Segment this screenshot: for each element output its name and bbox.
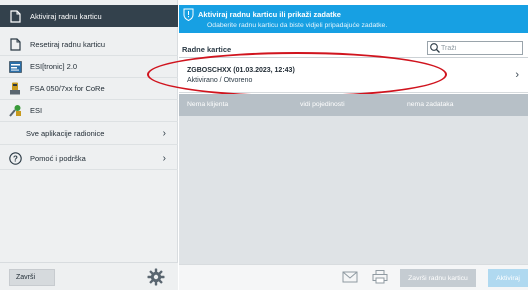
job-card-name: ZGBOSCHXX (01.03.2023, 12:43) [187,67,295,74]
sidebar: Aktiviraj radnu karticu Resetiraj radnu … [0,0,178,290]
sidebar-item-label: Sve aplikacije radionice [26,129,105,138]
job-card-status: Aktivirano / Otvoreno [187,77,253,84]
sidebar-item-label: Pomoć i podrška [30,154,86,163]
search-icon [429,42,441,54]
finish-job-card-button[interactable]: Završi radnu karticu [400,269,476,287]
document-icon [8,38,22,52]
sidebar-item-fsa[interactable]: FSA 050/7xx for CoRe [0,78,178,100]
search-input[interactable] [441,42,517,54]
job-cards-title: Radne kartice [182,45,232,54]
banner-subtitle: Odaberite radnu karticu da biste vidjeli… [207,22,388,29]
details-link[interactable]: vidi pojedinosti [300,101,345,108]
banner-title: Aktiviraj radnu karticu ili prikaži zada… [198,10,341,19]
sidebar-item-label: ESI [30,106,43,115]
client-cell: Nema klijenta [187,101,229,108]
job-cards-header: Radne kartice [179,40,528,58]
app-window: Aktiviraj radnu karticu Resetiraj radnu … [0,0,528,290]
job-card-row[interactable]: ZGBOSCHXX (01.03.2023, 12:43) Aktivirano… [179,59,528,93]
job-card-details: Nema klijenta vidi pojedinosti nema zada… [179,94,528,264]
sidebar-item-help[interactable]: ? Pomoć i podrška › [0,148,178,170]
gear-icon[interactable] [146,267,166,287]
chevron-right-icon: › [515,69,519,81]
sidebar-item-esi[interactable]: ESI [0,100,178,122]
document-icon [8,9,22,23]
chevron-right-icon: › [162,153,166,164]
info-shield-icon [183,8,194,22]
search-box[interactable] [427,41,523,55]
mail-icon[interactable] [342,270,358,284]
tasks-cell: nema zadataka [407,101,454,108]
printer-icon[interactable] [372,270,388,284]
main-panel: Aktiviraj radnu karticu ili prikaži zada… [147,0,528,290]
bottom-toolbar: Završi radnu karticu Aktiviraj [179,264,528,290]
info-banner: Aktiviraj radnu karticu ili prikaži zada… [179,5,528,33]
sidebar-item-activate-card[interactable]: Aktiviraj radnu karticu [0,5,178,27]
chevron-right-icon: › [162,128,166,139]
sidebar-item-all-apps[interactable]: Sve aplikacije radionice › [0,123,178,145]
fsa-device-icon [8,82,22,96]
help-icon: ? [8,152,22,166]
sidebar-item-label: Aktiviraj radnu karticu [30,11,102,21]
sidebar-item-label: ESI[tronic] 2.0 [30,62,78,71]
esi-tool-icon [8,104,22,118]
sidebar-item-label: Resetiraj radnu karticu [30,40,106,49]
sidebar-item-esitronic[interactable]: ESI[tronic] 2.0 [0,56,178,78]
details-header: Nema klijenta vidi pojedinosti nema zada… [179,94,528,116]
sidebar-item-reset-card[interactable]: Resetiraj radnu karticu [0,34,178,56]
svg-text:?: ? [13,154,18,163]
esitronic-icon [8,60,22,74]
sidebar-item-label: FSA 050/7xx for CoRe [30,84,105,93]
activate-button[interactable]: Aktiviraj [488,269,528,287]
finish-button[interactable]: Završi [9,269,55,286]
sidebar-footer: Završi [0,262,178,290]
